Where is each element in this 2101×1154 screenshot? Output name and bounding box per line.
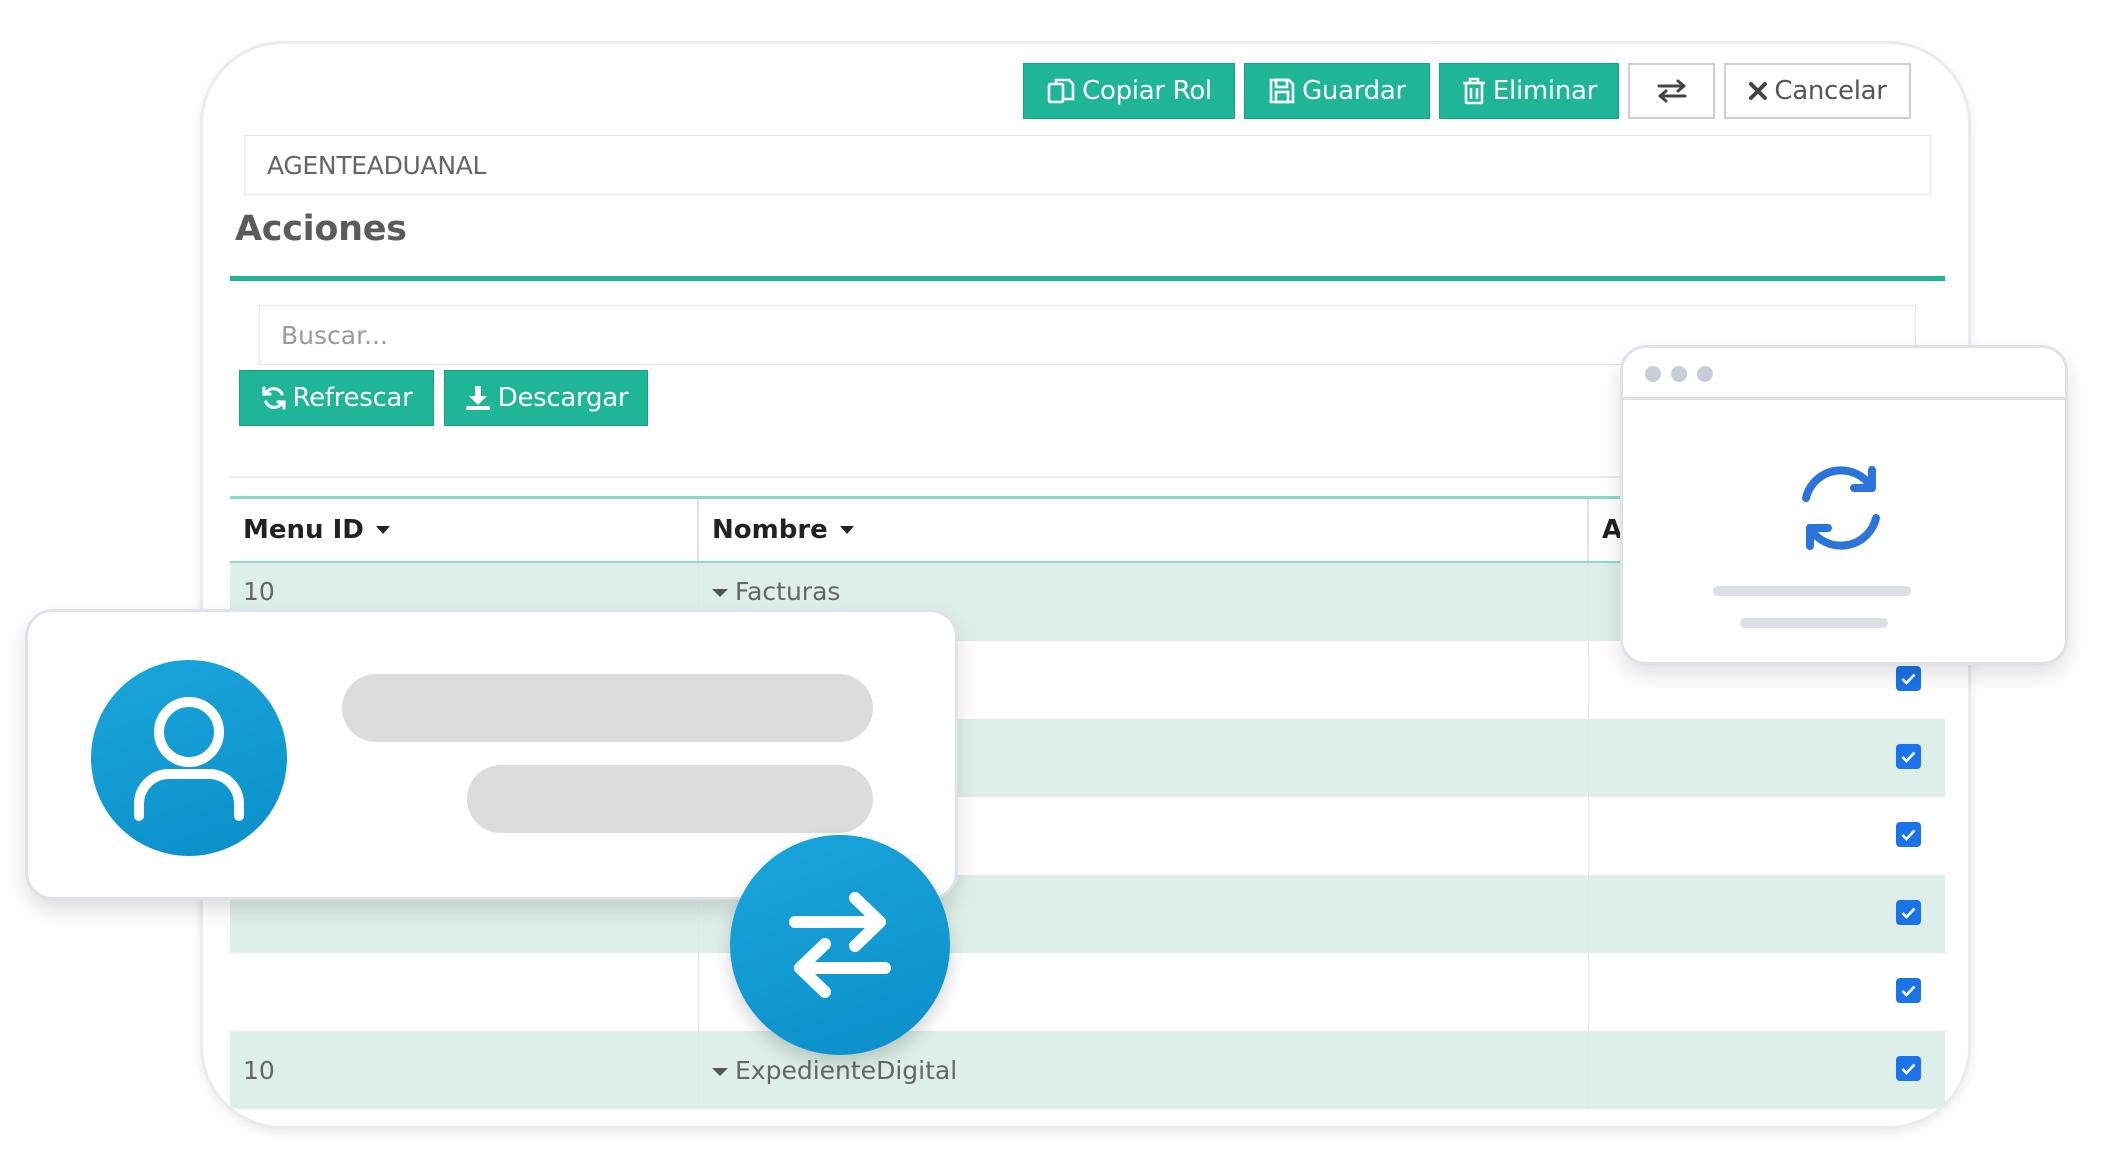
check-icon [1901, 829, 1916, 841]
download-button[interactable]: Descargar [444, 370, 648, 426]
refresh-label: Refrescar [292, 383, 413, 413]
swap-arrows-icon [730, 835, 950, 1055]
permission-checkbox[interactable] [1896, 744, 1921, 769]
nombre-cell: Facturas [735, 577, 841, 606]
download-icon [464, 384, 492, 412]
browser-window-card [1620, 345, 2068, 665]
save-label: Guardar [1302, 76, 1406, 106]
avatar [91, 660, 287, 856]
copy-icon [1046, 76, 1076, 106]
placeholder-line [1740, 618, 1888, 628]
role-name-value: AGENTEADUANAL [267, 150, 487, 180]
menu-id-cell: 10 [243, 1056, 275, 1085]
user-icon [134, 697, 244, 821]
permission-checkbox[interactable] [1896, 1056, 1921, 1081]
save-button[interactable]: Guardar [1244, 63, 1430, 119]
section-divider [230, 276, 1945, 281]
refresh-icon [261, 385, 287, 411]
close-icon [1748, 81, 1768, 101]
section-title: Acciones [235, 209, 407, 249]
sort-caret-icon [839, 526, 854, 534]
check-icon [1901, 985, 1916, 997]
expand-caret-icon[interactable] [712, 1068, 728, 1076]
download-label: Descargar [497, 383, 629, 413]
check-icon [1901, 751, 1916, 763]
sync-icon [1786, 458, 1896, 562]
placeholder-line [1713, 586, 1911, 596]
floppy-disk-icon [1268, 77, 1296, 105]
copy-role-label: Copiar Rol [1082, 76, 1212, 106]
permission-checkbox[interactable] [1896, 978, 1921, 1003]
permission-checkbox[interactable] [1896, 822, 1921, 847]
refresh-button[interactable]: Refrescar [239, 370, 434, 426]
placeholder-bar [342, 674, 873, 742]
delete-label: Eliminar [1492, 76, 1598, 106]
swap-arrows-icon [1656, 78, 1688, 104]
nombre-cell: ExpedienteDigital [735, 1056, 958, 1085]
permission-checkbox[interactable] [1896, 666, 1921, 691]
cancel-button[interactable]: Cancelar [1724, 63, 1911, 119]
window-dot-icon [1671, 366, 1687, 382]
permission-checkbox[interactable] [1896, 900, 1921, 925]
toolbar: Copiar Rol Guardar Eliminar Cancelar [1023, 63, 1911, 119]
trash-icon [1461, 77, 1487, 105]
column-header-nombre[interactable]: Nombre [699, 499, 1589, 561]
browser-title-bar [1623, 348, 2065, 400]
swap-button[interactable] [1628, 63, 1715, 119]
table-row [230, 953, 1945, 1031]
delete-button[interactable]: Eliminar [1439, 63, 1619, 119]
search-placeholder: Buscar... [281, 320, 388, 350]
menu-id-cell: 10 [243, 577, 275, 606]
check-icon [1901, 673, 1916, 685]
expand-caret-icon[interactable] [712, 589, 728, 597]
sort-caret-icon [375, 526, 390, 534]
column-header-menu-id[interactable]: Menu ID [230, 499, 699, 561]
window-dot-icon [1697, 366, 1713, 382]
role-name-field[interactable]: AGENTEADUANAL [244, 135, 1931, 195]
window-dot-icon [1645, 366, 1661, 382]
cancel-label: Cancelar [1774, 76, 1887, 106]
copy-role-button[interactable]: Copiar Rol [1023, 63, 1235, 119]
table-row: 10 ExpedienteDigital [230, 1031, 1945, 1109]
check-icon [1901, 1063, 1916, 1075]
placeholder-bar [467, 765, 873, 833]
check-icon [1901, 907, 1916, 919]
